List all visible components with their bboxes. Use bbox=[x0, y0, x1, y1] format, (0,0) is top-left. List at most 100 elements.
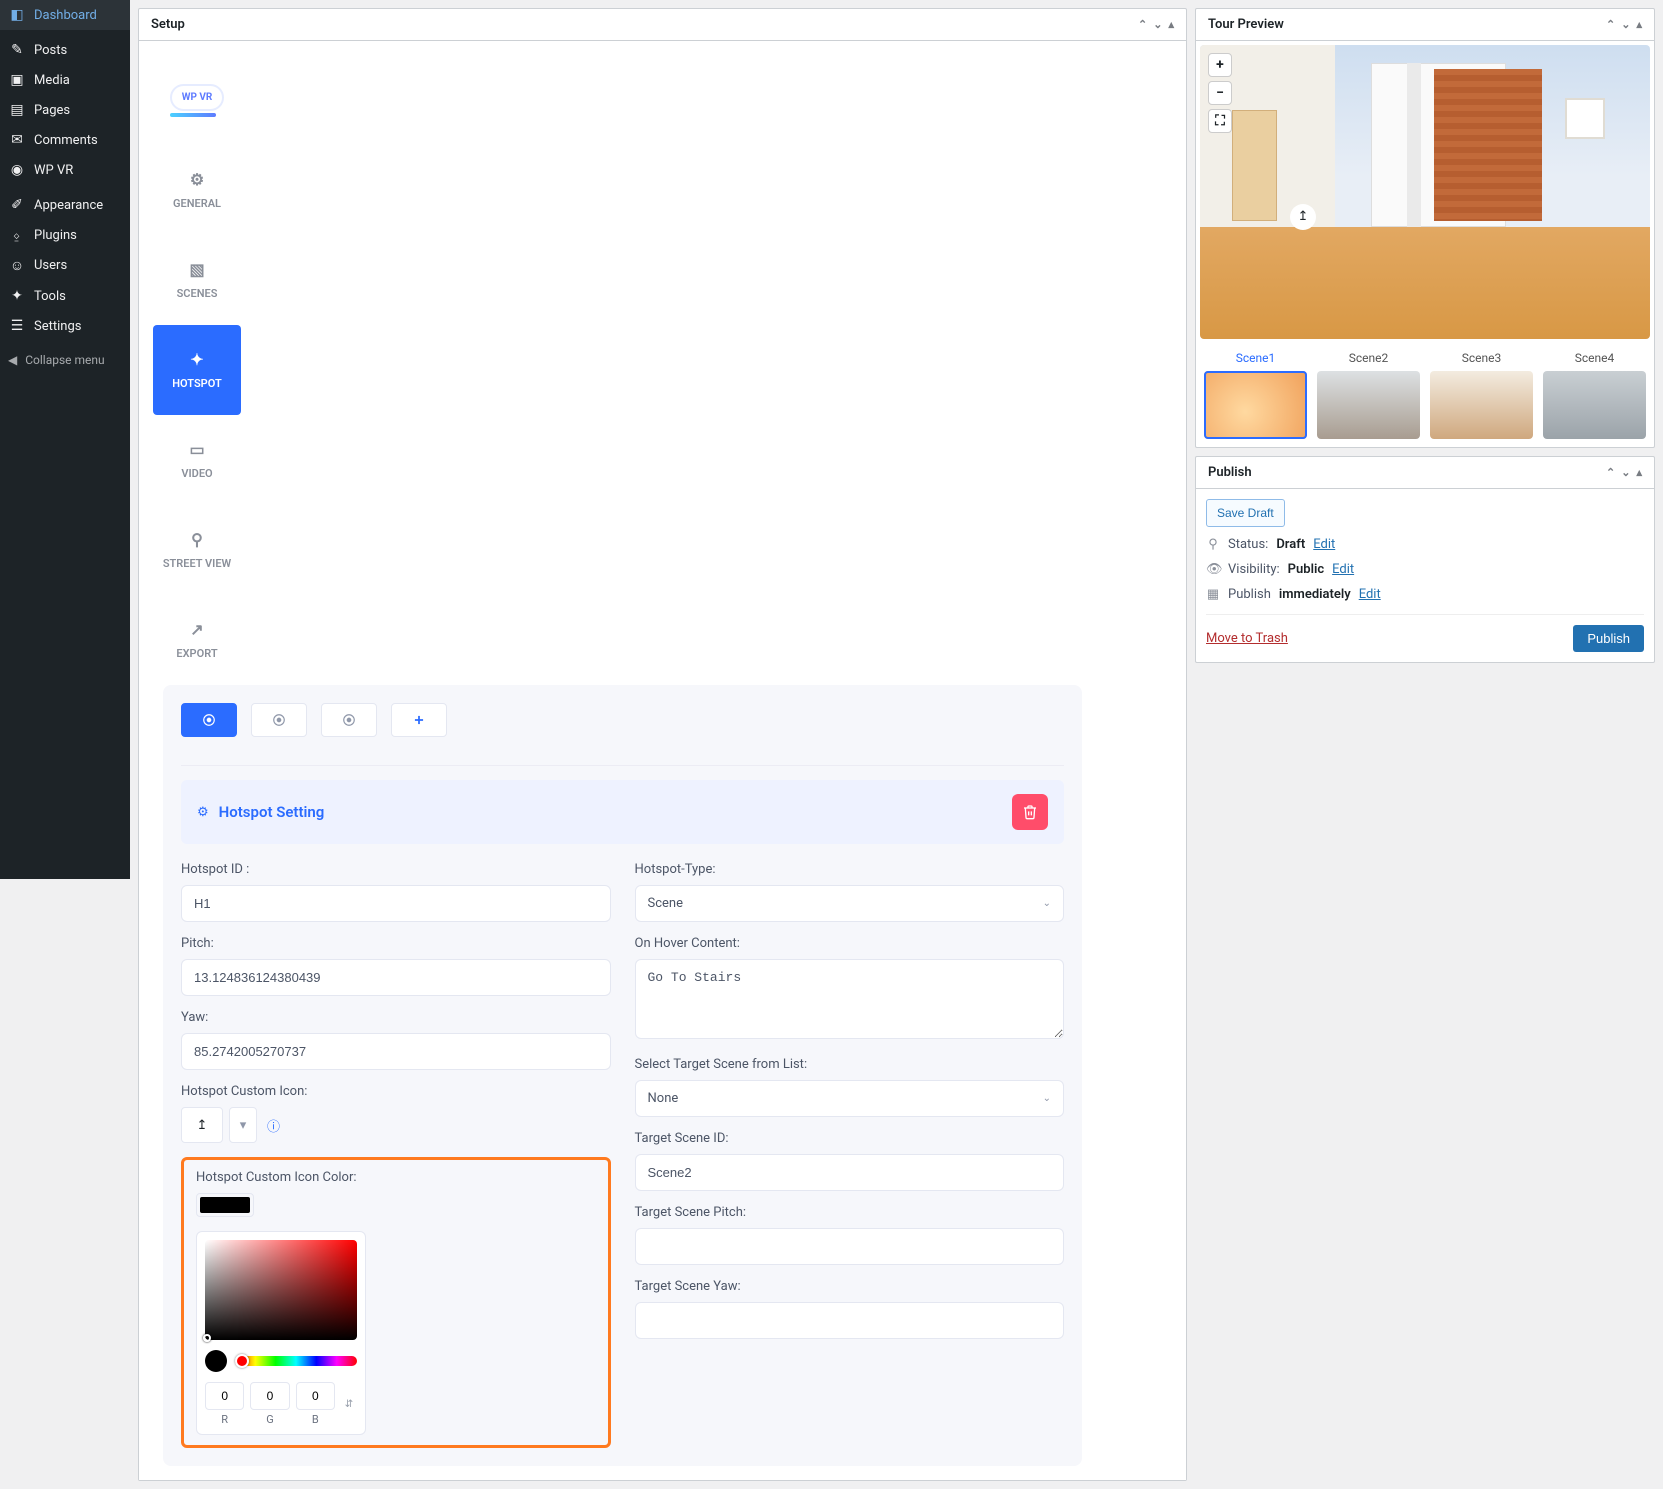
tab-export[interactable]: ↗EXPORT bbox=[153, 595, 241, 685]
status-value: Draft bbox=[1276, 537, 1305, 552]
target-scene-id-input[interactable] bbox=[635, 1154, 1065, 1191]
hotspot-step-1[interactable] bbox=[181, 703, 237, 737]
save-draft-button[interactable]: Save Draft bbox=[1206, 499, 1285, 527]
panel-down-icon[interactable]: ⌄ bbox=[1621, 466, 1630, 479]
hotspot-type-select[interactable]: Scene ⌄ bbox=[635, 885, 1065, 922]
collapse-icon: ◀ bbox=[8, 353, 17, 367]
pitch-input[interactable] bbox=[181, 959, 611, 996]
hotspot-icon-dropdown[interactable]: ▾ bbox=[229, 1107, 257, 1143]
pin-icon: ⚲ bbox=[191, 530, 203, 549]
menu-users[interactable]: ☺Users bbox=[0, 250, 130, 281]
menu-appearance[interactable]: ✐Appearance bbox=[0, 190, 130, 220]
yaw-input[interactable] bbox=[181, 1033, 611, 1070]
panel-down-icon[interactable]: ⌄ bbox=[1621, 18, 1630, 31]
color-swatch[interactable] bbox=[196, 1193, 254, 1217]
vr-icon: ◉ bbox=[8, 162, 26, 178]
menu-comments[interactable]: ✉Comments bbox=[0, 125, 130, 155]
target-scene-pitch-input[interactable] bbox=[635, 1228, 1065, 1265]
menu-label: Appearance bbox=[34, 198, 103, 213]
tab-streetview[interactable]: ⚲ STREET VIEW bbox=[153, 505, 241, 595]
hotspot-step-3[interactable] bbox=[321, 703, 377, 737]
hotspot-id-input[interactable] bbox=[181, 885, 611, 922]
zoom-out-button[interactable]: − bbox=[1208, 81, 1232, 105]
publish-button[interactable]: Publish bbox=[1573, 625, 1644, 652]
tour-preview-panel: Tour Preview ⌃ ⌄ ▴ ↥ + − ⛶ bbox=[1195, 8, 1655, 448]
tab-label: STREET VIEW bbox=[163, 557, 231, 570]
target-icon: ✦ bbox=[190, 350, 203, 369]
icon-color-section: Hotspot Custom Icon Color: R bbox=[181, 1157, 611, 1448]
settings-icon: ☰ bbox=[8, 318, 26, 334]
tab-label: SCENES bbox=[177, 287, 218, 300]
publish-label: Publish bbox=[1228, 587, 1271, 602]
b-label: B bbox=[296, 1413, 335, 1426]
select-value: Scene bbox=[648, 896, 684, 911]
menu-label: Comments bbox=[34, 133, 98, 148]
hotspot-marker[interactable]: ↥ bbox=[1290, 204, 1316, 230]
chevron-down-icon: ⌄ bbox=[1043, 1093, 1051, 1104]
move-to-trash-link[interactable]: Move to Trash bbox=[1206, 631, 1288, 646]
status-edit-link[interactable]: Edit bbox=[1313, 537, 1335, 552]
thumb-label: Scene1 bbox=[1204, 351, 1307, 365]
menu-wpvr[interactable]: ◉ WP VR bbox=[0, 155, 130, 185]
thumb-image bbox=[1543, 371, 1646, 439]
zoom-in-button[interactable]: + bbox=[1208, 53, 1232, 77]
logo-badge: WP VR bbox=[170, 84, 225, 111]
scene-thumb-2[interactable]: Scene2 bbox=[1317, 351, 1420, 439]
menu-dashboard[interactable]: ◧Dashboard bbox=[0, 0, 130, 30]
fullscreen-button[interactable]: ⛶ bbox=[1208, 109, 1232, 133]
g-label: G bbox=[250, 1413, 289, 1426]
info-icon[interactable]: ⓘ bbox=[267, 1116, 280, 1135]
label-hotspot-type: Hotspot-Type: bbox=[635, 862, 1065, 877]
panel-down-icon[interactable]: ⌄ bbox=[1153, 18, 1162, 31]
menu-label: Pages bbox=[34, 103, 70, 118]
label-target-id: Target Scene ID: bbox=[635, 1131, 1065, 1146]
color-picker: R G B ⇵ bbox=[196, 1231, 366, 1435]
panel-toggle-icon[interactable]: ▴ bbox=[1636, 18, 1642, 31]
arrow-up-icon: ↥ bbox=[1298, 209, 1309, 224]
publish-edit-link[interactable]: Edit bbox=[1359, 587, 1381, 602]
panel-up-icon[interactable]: ⌃ bbox=[1606, 18, 1615, 31]
target-scene-select[interactable]: None ⌄ bbox=[635, 1080, 1065, 1117]
hue-slider[interactable] bbox=[235, 1356, 357, 1366]
menu-pages[interactable]: ▤Pages bbox=[0, 95, 130, 125]
visibility-edit-link[interactable]: Edit bbox=[1332, 562, 1354, 577]
panel-up-icon[interactable]: ⌃ bbox=[1606, 466, 1615, 479]
menu-label: WP VR bbox=[34, 163, 73, 178]
collapse-menu[interactable]: ◀Collapse menu bbox=[0, 346, 130, 374]
color-mode-toggle[interactable]: ⇵ bbox=[341, 1382, 357, 1426]
panel-toggle-icon[interactable]: ▴ bbox=[1168, 18, 1174, 31]
hotspot-icon-button[interactable]: ↥ bbox=[181, 1107, 223, 1143]
hover-content-input[interactable] bbox=[635, 959, 1065, 1039]
tab-general[interactable]: ⚙GENERAL bbox=[153, 145, 241, 235]
dashboard-icon: ◧ bbox=[8, 7, 26, 23]
tab-video[interactable]: ▭VIDEO bbox=[153, 415, 241, 505]
menu-plugins[interactable]: ⍚Plugins bbox=[0, 220, 130, 250]
label-icon-color: Hotspot Custom Icon Color: bbox=[196, 1170, 596, 1185]
color-g-input[interactable] bbox=[250, 1382, 289, 1410]
color-b-input[interactable] bbox=[296, 1382, 335, 1410]
menu-posts[interactable]: ✎Posts bbox=[0, 35, 130, 65]
tab-hotspot[interactable]: ✦HOTSPOT bbox=[153, 325, 241, 415]
panel-toggle-icon[interactable]: ▴ bbox=[1636, 466, 1642, 479]
scene-thumb-4[interactable]: Scene4 bbox=[1543, 351, 1646, 439]
export-icon: ↗ bbox=[190, 620, 203, 639]
preview-canvas[interactable]: ↥ + − ⛶ bbox=[1200, 45, 1650, 339]
menu-label: Posts bbox=[34, 43, 67, 58]
menu-settings[interactable]: ☰Settings bbox=[0, 311, 130, 341]
menu-tools[interactable]: ✦Tools bbox=[0, 281, 130, 311]
wp-admin-sidebar: ◧Dashboard ✎Posts ▣Media ▤Pages ✉Comment… bbox=[0, 0, 130, 879]
thumb-image bbox=[1317, 371, 1420, 439]
panel-up-icon[interactable]: ⌃ bbox=[1138, 18, 1147, 31]
saturation-area[interactable] bbox=[205, 1240, 357, 1340]
scene-thumb-3[interactable]: Scene3 bbox=[1430, 351, 1533, 439]
scene-thumb-1[interactable]: Scene1 bbox=[1204, 351, 1307, 439]
color-r-input[interactable] bbox=[205, 1382, 244, 1410]
hotspot-step-add[interactable] bbox=[391, 703, 447, 737]
target-scene-yaw-input[interactable] bbox=[635, 1302, 1065, 1339]
pin-icon: ⚲ bbox=[1206, 537, 1220, 552]
menu-label: Media bbox=[34, 73, 70, 88]
tab-scenes[interactable]: ▧SCENES bbox=[153, 235, 241, 325]
delete-hotspot-button[interactable] bbox=[1012, 794, 1048, 830]
menu-media[interactable]: ▣Media bbox=[0, 65, 130, 95]
hotspot-step-2[interactable] bbox=[251, 703, 307, 737]
